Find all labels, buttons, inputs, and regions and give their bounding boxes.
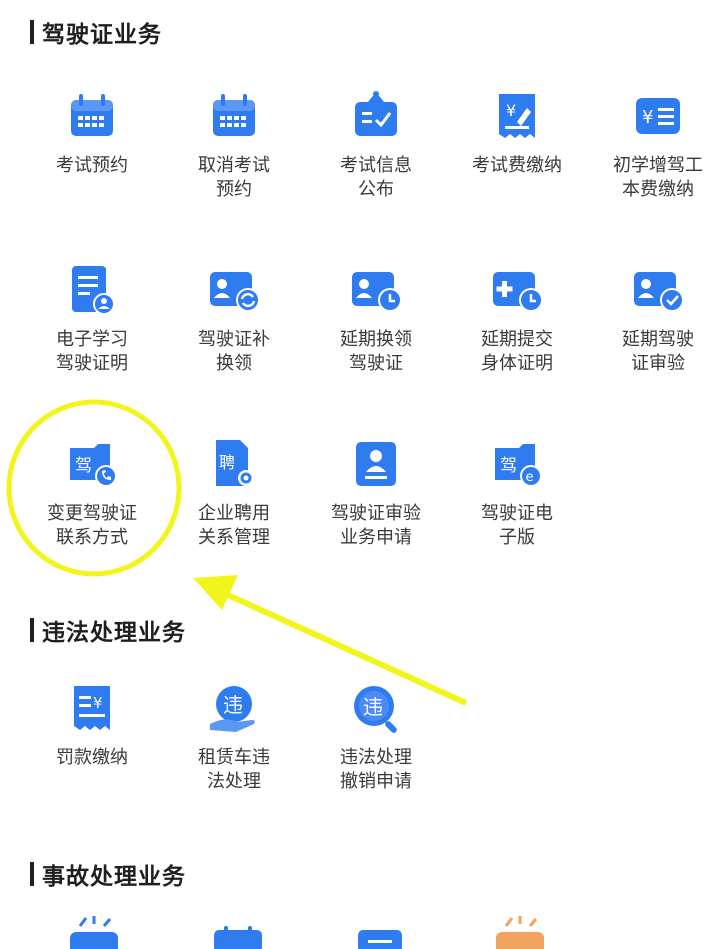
service-item-label: 延期换领 驾驶证 <box>340 329 412 374</box>
svg-text:¥: ¥ <box>642 107 653 128</box>
service-item-cancel-exam-booking[interactable]: 取消考试 预约 <box>164 88 304 202</box>
service-item-label: 罚款缴纳 <box>56 747 128 768</box>
id-card-refresh-icon <box>210 272 260 312</box>
svg-text:聘: 聘 <box>219 453 235 472</box>
highlight-arrow-head <box>193 575 238 610</box>
service-item-label: 考试信息 公布 <box>340 155 412 200</box>
svg-text:¥: ¥ <box>506 101 516 120</box>
document-user-icon <box>72 266 115 315</box>
section-title-license: 驾驶证业务 <box>30 18 162 48</box>
service-item-label: 延期提交 身体证明 <box>481 329 553 374</box>
person-badge-icon <box>356 442 396 486</box>
svg-text:违: 违 <box>223 693 243 717</box>
accident-document-icon[interactable] <box>350 928 410 949</box>
service-item-label: 初学增驾工 本费缴纳 <box>613 155 703 200</box>
service-item-employment-relation[interactable]: 聘 企业聘用 关系管理 <box>164 436 304 550</box>
service-item-label: 违法处理 撤销申请 <box>340 747 412 792</box>
hand-violation-icon: 违 <box>210 686 255 732</box>
service-item-label: 电子学习 驾驶证明 <box>56 329 128 374</box>
service-item-label: 驾驶证电 子版 <box>481 503 553 548</box>
section-title-bar <box>30 20 34 44</box>
yuan-card-icon: ¥ <box>636 98 680 134</box>
service-item-label: 企业聘用 关系管理 <box>198 503 270 548</box>
calendar-icon <box>71 94 113 136</box>
service-item-delay-medical-proof[interactable]: 延期提交 身体证明 <box>447 262 587 376</box>
service-item-label: 驾驶证补 换领 <box>198 329 270 374</box>
violation-search-icon: 违 <box>354 686 397 733</box>
service-item-label: 考试费缴纳 <box>472 155 562 176</box>
service-item-label: 驾驶证审验 业务申请 <box>331 503 421 548</box>
service-item-exam-info[interactable]: 考试信息 公布 <box>306 88 446 202</box>
service-item-exam-booking[interactable]: 考试预约 <box>22 88 162 178</box>
svg-text:驾: 驾 <box>500 456 517 476</box>
service-item-label: 变更驾驶证 联系方式 <box>47 503 137 548</box>
fine-receipt-icon: ¥ <box>74 686 110 730</box>
service-item-change-license-contact[interactable]: 驾 变更驾驶证 联系方式 <box>22 436 162 550</box>
service-item-license-reissue[interactable]: 驾驶证补 换领 <box>164 262 304 376</box>
license-phone-icon: 驾 <box>70 444 117 487</box>
section-title-text: 违法处理业务 <box>42 620 186 646</box>
accident-car-icon[interactable] <box>64 916 124 949</box>
calendar-icon <box>213 94 255 136</box>
hire-document-gear-icon: 聘 <box>216 440 254 486</box>
service-item-e-learning-proof[interactable]: 电子学习 驾驶证明 <box>22 262 162 376</box>
svg-text:驾: 驾 <box>75 456 92 476</box>
license-electronic-icon: 驾 e <box>495 444 542 487</box>
section-title-accident: 事故处理业务 <box>30 860 186 890</box>
service-item-license-review-apply[interactable]: 驾驶证审验 业务申请 <box>306 436 446 550</box>
section-title-text: 驾驶证业务 <box>42 22 162 48</box>
service-item-fine-payment[interactable]: ¥ 罚款缴纳 <box>22 680 162 770</box>
service-item-rental-violation[interactable]: 违 租赁车违 法处理 <box>164 680 304 794</box>
id-card-clock-icon <box>352 272 402 312</box>
medical-clock-icon <box>493 272 543 312</box>
service-item-delay-license-renewal[interactable]: 延期换领 驾驶证 <box>306 262 446 376</box>
svg-text:违: 违 <box>363 695 383 719</box>
section-title-text: 事故处理业务 <box>42 864 186 890</box>
service-item-exam-fee[interactable]: ¥ 考试费缴纳 <box>447 88 587 178</box>
service-item-label: 考试预约 <box>56 155 128 176</box>
section-title-violation: 违法处理业务 <box>30 616 186 646</box>
svg-text:¥: ¥ <box>93 694 103 712</box>
section-title-bar <box>30 618 34 642</box>
accident-calendar-icon[interactable] <box>208 926 268 949</box>
service-item-label: 租赁车违 法处理 <box>198 747 270 792</box>
service-item-electronic-license[interactable]: 驾 e 驾驶证电 子版 <box>447 436 587 550</box>
service-item-violation-revoke[interactable]: 违 违法处理 撤销申请 <box>306 680 446 794</box>
service-item-label: 取消考试 预约 <box>198 155 270 200</box>
svg-text:e: e <box>526 470 534 485</box>
service-item-delay-license-review[interactable]: 延期驾驶 证审验 <box>588 262 727 376</box>
service-item-beginner-fee[interactable]: ¥ 初学增驾工 本费缴纳 <box>588 88 727 202</box>
service-item-label: 延期驾驶 证审验 <box>622 329 694 374</box>
id-card-check-icon <box>634 272 684 312</box>
notice-board-icon <box>355 91 397 136</box>
section-title-bar <box>30 862 34 886</box>
accident-collision-icon[interactable] <box>490 916 550 949</box>
fee-receipt-icon: ¥ <box>499 94 535 138</box>
